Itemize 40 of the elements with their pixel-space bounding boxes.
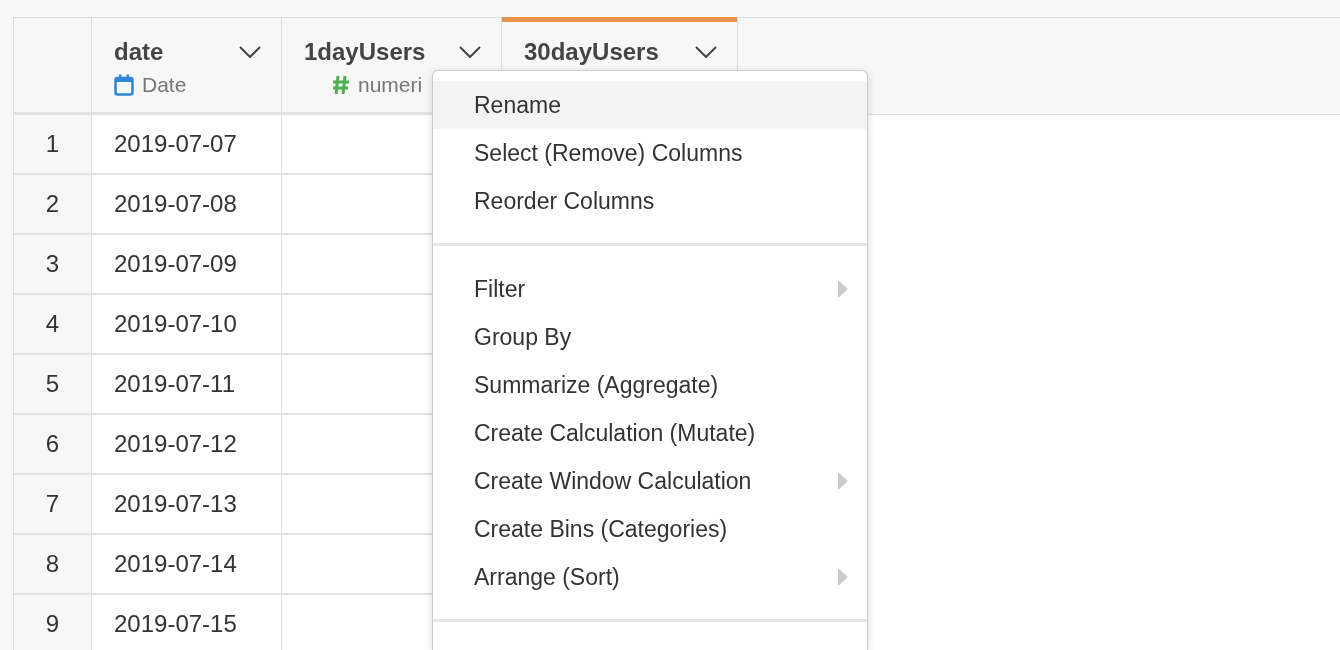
- menu-item[interactable]: Summarize (Aggregate): [433, 361, 867, 409]
- column-name[interactable]: 30dayUsers: [524, 38, 659, 66]
- table-cell: 2019-07-15: [92, 595, 282, 650]
- column-type: Date: [142, 73, 187, 97]
- column-name[interactable]: 1dayUsers: [304, 38, 426, 66]
- calendar-icon: [114, 74, 134, 96]
- row-number: 3: [14, 235, 92, 295]
- row-number: 7: [14, 475, 92, 535]
- menu-item[interactable]: Group By: [433, 313, 867, 361]
- menu-item[interactable]: Select (Remove) Columns: [433, 129, 867, 177]
- column-name[interactable]: date: [114, 38, 164, 66]
- table-cell: 2019-07-08: [92, 175, 282, 235]
- column-type: numeri: [358, 73, 423, 97]
- submenu-arrow-icon: [838, 472, 848, 490]
- table-cell: 2019-07-09: [92, 235, 282, 295]
- table-cell: 2019-07-10: [92, 295, 282, 355]
- row-number: 6: [14, 415, 92, 475]
- submenu-arrow-icon: [838, 568, 848, 586]
- table-cell: 2019-07-13: [92, 475, 282, 535]
- table-cell: 2019-07-07: [92, 115, 282, 175]
- menu-item[interactable]: Arrange (Sort): [433, 553, 867, 601]
- row-number: 8: [14, 535, 92, 595]
- caret-icon[interactable]: [459, 46, 481, 58]
- hash-icon: [332, 75, 350, 95]
- row-number: 4: [14, 295, 92, 355]
- menu-item[interactable]: Reorder Columns: [433, 177, 867, 225]
- row-number: 5: [14, 355, 92, 415]
- caret-icon[interactable]: [239, 46, 261, 58]
- menu-item[interactable]: Rename: [433, 81, 867, 129]
- menu-item[interactable]: Create Bins (Categories): [433, 505, 867, 553]
- table-cell: 2019-07-14: [92, 535, 282, 595]
- table-cell: 2019-07-11: [92, 355, 282, 415]
- caret-icon[interactable]: [695, 46, 717, 58]
- menu-item[interactable]: Create Window Calculation: [433, 457, 867, 505]
- menu-item[interactable]: Create Calculation (Mutate): [433, 409, 867, 457]
- table-cell: 2019-07-12: [92, 415, 282, 475]
- row-number: 2: [14, 175, 92, 235]
- menu-item[interactable]: Filter: [433, 265, 867, 313]
- row-number: 1: [14, 115, 92, 175]
- submenu-arrow-icon: [838, 280, 848, 298]
